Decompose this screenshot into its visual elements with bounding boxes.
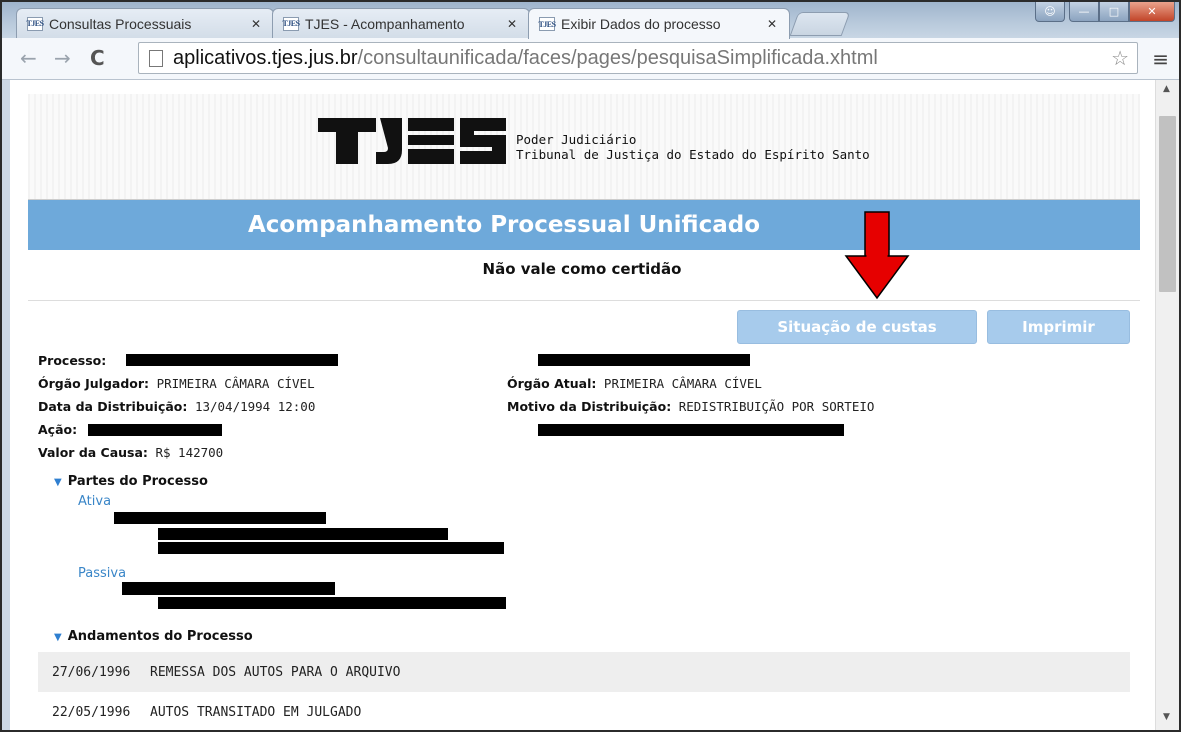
andamento-desc: REMESSA DOS AUTOS PARA O ARQUIVO: [150, 664, 401, 680]
tab-acompanhamento[interactable]: TJES TJES - Acompanhamento ✕: [272, 8, 530, 38]
redaction: [158, 542, 504, 554]
situacao-custas-button[interactable]: Situação de custas: [737, 310, 977, 344]
caret-down-icon: ▼: [54, 477, 62, 488]
redaction: [126, 354, 338, 366]
scroll-thumb[interactable]: [1159, 116, 1176, 292]
page-title: Acompanhamento Processual Unificado: [248, 212, 760, 238]
valor-causa-value: R$ 142700: [155, 445, 224, 460]
close-icon[interactable]: ✕: [507, 17, 517, 31]
bookmark-star-icon[interactable]: ☆: [1111, 46, 1129, 71]
scroll-down-icon[interactable]: ▼: [1163, 712, 1170, 722]
orgao-atual-value: PRIMEIRA CÂMARA CÍVEL: [603, 376, 762, 391]
maximize-icon[interactable]: □: [1099, 2, 1129, 22]
tjes-logo: [318, 118, 506, 164]
tjes-favicon-icon: TJES: [282, 16, 300, 31]
parte-passiva-label: Passiva: [78, 566, 127, 581]
tjes-favicon-icon: TJES: [538, 17, 556, 31]
orgao-julgador-row: Órgão Julgador: PRIMEIRA CÂMARA CÍVEL: [38, 376, 315, 391]
forward-icon[interactable]: →: [54, 46, 71, 70]
data-distribuicao-row: Data da Distribuição: 13/04/1994 12:00: [38, 399, 315, 414]
url-host: aplicativos.tjes.jus.br: [173, 46, 358, 69]
minimize-icon[interactable]: —: [1069, 2, 1099, 22]
tjes-favicon-icon: TJES: [26, 16, 44, 31]
red-arrow-annotation: [844, 211, 910, 300]
orgao-atual-row: Órgão Atual: PRIMEIRA CÂMARA CÍVEL: [507, 376, 762, 391]
user-icon[interactable]: ☺: [1035, 2, 1065, 22]
tab-label: Consultas Processuais: [49, 15, 192, 32]
andamento-date: 27/06/1996: [52, 664, 131, 680]
motivo-value: REDISTRIBUIÇÃO POR SORTEIO: [678, 399, 875, 414]
valor-causa-label: Valor da Causa:: [38, 445, 148, 460]
andamento-date: 22/05/1996: [52, 704, 131, 720]
motivo-row: Motivo da Distribuição: REDISTRIBUIÇÃO P…: [507, 399, 874, 414]
andamentos-title: Andamentos do Processo: [67, 629, 253, 644]
org-line2: Tribunal de Justiça do Estado do Espírit…: [516, 147, 870, 162]
back-icon[interactable]: ←: [20, 46, 37, 70]
site-header: Poder Judiciário Tribunal de Justiça do …: [28, 94, 1140, 200]
vertical-scrollbar[interactable]: ▲ ▼: [1155, 80, 1179, 730]
acao-row: Ação:: [38, 422, 77, 437]
close-window-icon[interactable]: ✕: [1129, 2, 1175, 22]
notice-text: Não vale como certidão: [482, 260, 682, 278]
tab-exibir-dados[interactable]: TJES Exibir Dados do processo ✕: [528, 8, 790, 39]
processo-row: Processo:: [38, 353, 106, 368]
new-tab-button[interactable]: [789, 12, 851, 36]
title-bar: Acompanhamento Processual Unificado: [28, 200, 1140, 250]
org-line1: Poder Judiciário: [516, 132, 637, 147]
caret-down-icon: ▼: [54, 632, 62, 643]
redaction: [88, 424, 222, 436]
menu-icon[interactable]: ≡: [1152, 47, 1169, 71]
acao-label: Ação:: [38, 422, 78, 437]
table-row: 27/06/1996 REMESSA DOS AUTOS PARA O ARQU…: [38, 652, 1130, 692]
partes-section-toggle[interactable]: ▼ Partes do Processo: [54, 474, 208, 489]
processo-label: Processo:: [38, 353, 107, 368]
parte-ativa-label: Ativa: [78, 494, 112, 509]
tab-label: TJES - Acompanhamento: [305, 15, 465, 32]
table-row: 22/05/1996 AUTOS TRANSITADO EM JULGADO: [38, 692, 1130, 730]
address-bar[interactable]: aplicativos.tjes.jus.br/consultaunificad…: [138, 42, 1138, 74]
redaction: [538, 424, 844, 436]
partes-title: Partes do Processo: [67, 474, 208, 489]
valor-causa-row: Valor da Causa: R$ 142700: [38, 445, 223, 460]
close-icon[interactable]: ✕: [767, 17, 777, 31]
tab-consultas[interactable]: TJES Consultas Processuais ✕: [16, 8, 274, 38]
orgao-atual-label: Órgão Atual:: [507, 376, 597, 391]
reload-icon[interactable]: C: [90, 46, 105, 70]
page-content: Poder Judiciário Tribunal de Justiça do …: [10, 80, 1155, 730]
close-icon[interactable]: ✕: [251, 17, 261, 31]
orgao-julgador-value: PRIMEIRA CÂMARA CÍVEL: [156, 376, 315, 391]
redaction: [538, 354, 750, 366]
scroll-up-icon[interactable]: ▲: [1163, 84, 1170, 94]
motivo-label: Motivo da Distribuição:: [507, 399, 672, 414]
redaction: [158, 597, 506, 609]
orgao-julgador-label: Órgão Julgador:: [38, 376, 150, 391]
redaction: [158, 528, 448, 540]
data-distribuicao-value: 13/04/1994 12:00: [194, 399, 316, 414]
browser-window: TJES Consultas Processuais ✕ TJES TJES -…: [0, 0, 1181, 732]
divider: [28, 300, 1140, 301]
browser-toolbar: ← → C aplicativos.tjes.jus.br/consultaun…: [2, 38, 1179, 80]
andamento-desc: AUTOS TRANSITADO EM JULGADO: [150, 704, 362, 720]
tab-strip: TJES Consultas Processuais ✕ TJES TJES -…: [2, 2, 1179, 39]
org-name: Poder Judiciário Tribunal de Justiça do …: [516, 132, 870, 162]
redaction: [114, 512, 326, 524]
url-path: /consultaunificada/faces/pages/pesquisaS…: [357, 46, 878, 69]
tab-label: Exibir Dados do processo: [561, 16, 721, 32]
andamentos-section-toggle[interactable]: ▼ Andamentos do Processo: [54, 629, 253, 644]
window-controls: ☺ — □ ✕: [1035, 2, 1175, 22]
redaction: [122, 582, 335, 595]
page-icon: [149, 50, 163, 67]
data-distribuicao-label: Data da Distribuição:: [38, 399, 188, 414]
print-button[interactable]: Imprimir: [987, 310, 1130, 344]
